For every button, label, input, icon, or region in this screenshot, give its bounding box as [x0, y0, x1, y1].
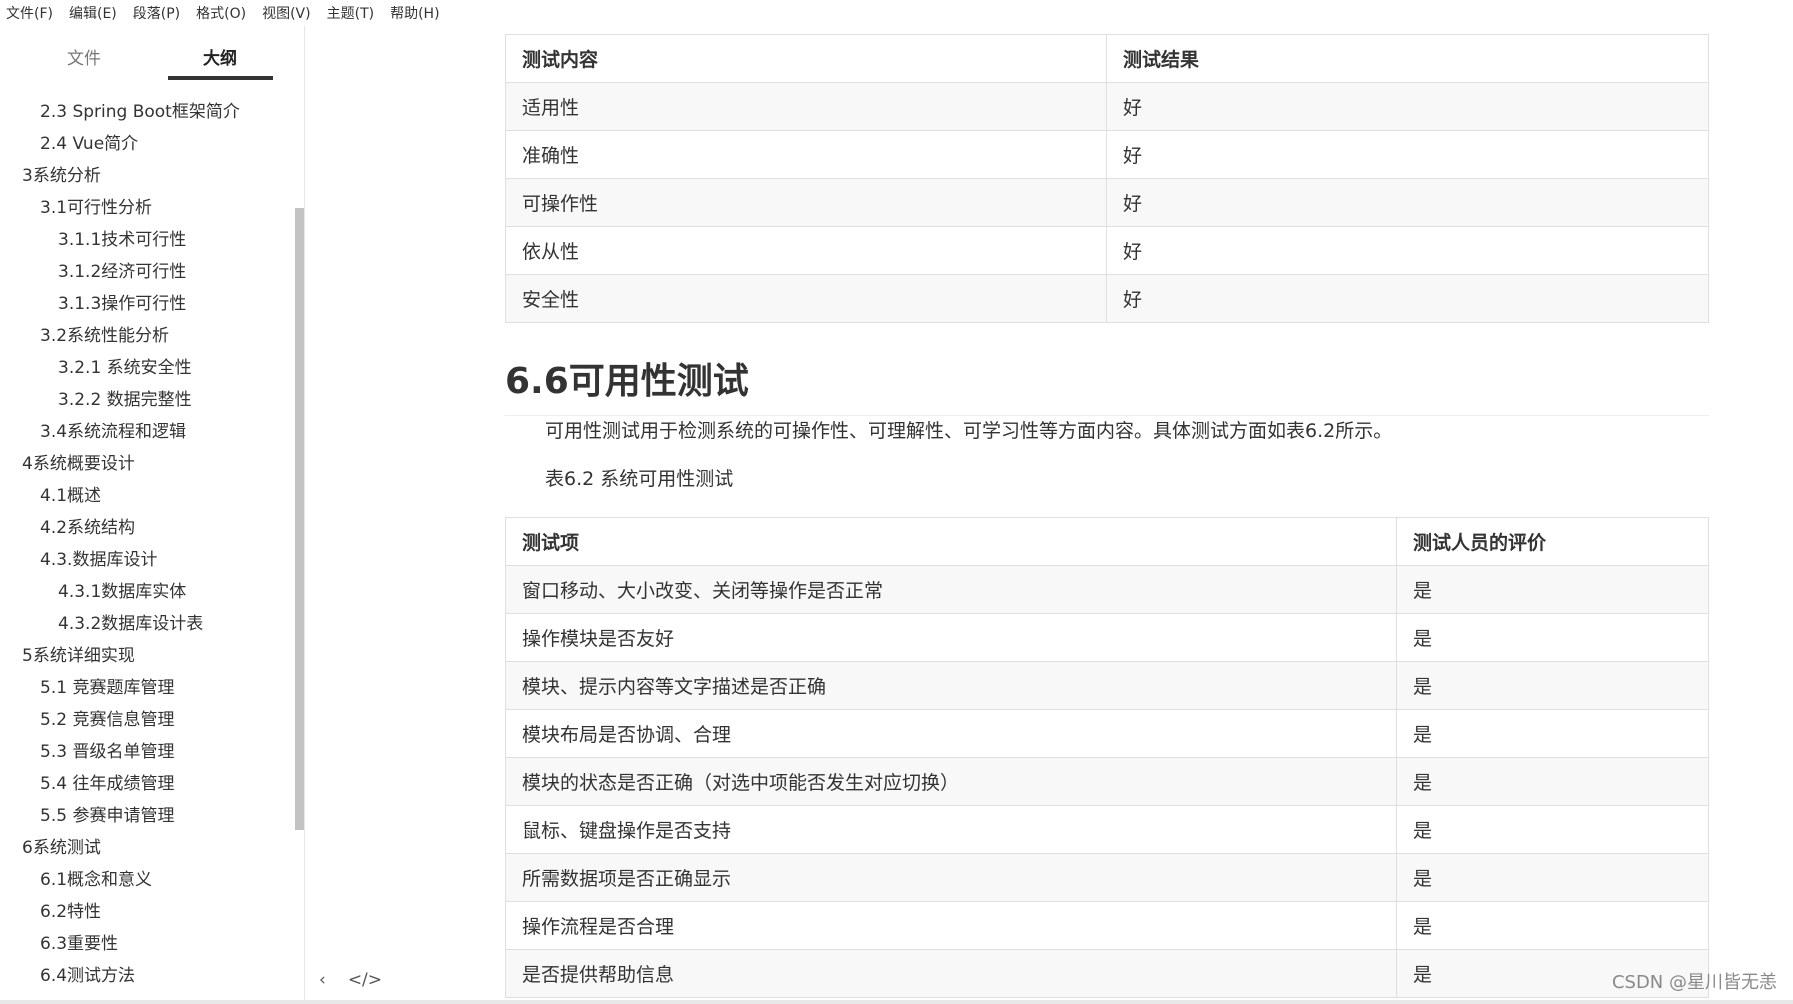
section-heading: 6.6可用性测试 — [505, 348, 1709, 416]
window-bottom-border — [0, 1000, 1793, 1004]
menu-item[interactable]: 文件(F) — [6, 3, 53, 23]
table-row: 所需数据项是否正确显示是 — [505, 853, 1709, 902]
outline-item[interactable]: 3.2.2 数据完整性 — [0, 384, 290, 416]
table-row: 是否提供帮助信息是 — [505, 949, 1709, 998]
table-header-row: 测试项 测试人员的评价 — [505, 517, 1709, 566]
outline-item[interactable]: 4.3.1数据库实体 — [0, 576, 290, 608]
tab-outline[interactable]: 大纲 — [203, 44, 237, 69]
table-row: 安全性好 — [505, 274, 1709, 323]
menu-item[interactable]: 段落(P) — [133, 3, 180, 23]
section-paragraph: 可用性测试用于检测系统的可操作性、可理解性、可学习性等方面内容。具体测试方面如表… — [545, 420, 1393, 442]
table-header-row: 测试内容 测试结果 — [505, 34, 1709, 83]
table-header-cell: 测试人员的评价 — [1396, 517, 1709, 566]
table-cell: 操作模块是否友好 — [505, 613, 1397, 662]
outline-item[interactable]: 6.1概念和意义 — [0, 864, 290, 896]
table-cell: 好 — [1106, 82, 1709, 131]
menu-item[interactable]: 编辑(E) — [69, 3, 117, 23]
menu-item[interactable]: 帮助(H) — [390, 3, 439, 23]
outline-item[interactable]: 6系统测试 — [0, 832, 290, 864]
outline-item[interactable]: 3.1.3操作可行性 — [0, 288, 290, 320]
table-cell: 是 — [1396, 709, 1709, 758]
watermark: CSDN @星川皆无恙 — [1611, 972, 1777, 993]
outline-item[interactable]: 4.1概述 — [0, 480, 290, 512]
table-row: 鼠标、键盘操作是否支持是 — [505, 805, 1709, 854]
table-cell: 是 — [1396, 757, 1709, 806]
table-cell: 模块、提示内容等文字描述是否正确 — [505, 661, 1397, 710]
table-cell: 安全性 — [505, 274, 1107, 323]
outline-item[interactable]: 2.3 Spring Boot框架简介 — [0, 96, 290, 128]
table-header-cell: 测试结果 — [1106, 34, 1709, 83]
menu-item[interactable]: 格式(O) — [196, 3, 246, 23]
outline-item[interactable]: 5系统详细实现 — [0, 640, 290, 672]
outline-item[interactable]: 2.4 Vue简介 — [0, 128, 290, 160]
sidebar-tabs: 文件 大纲 — [0, 26, 304, 82]
outline-item[interactable]: 3.1.2经济可行性 — [0, 256, 290, 288]
tab-files[interactable]: 文件 — [67, 44, 101, 69]
test-result-table: 测试内容 测试结果 适用性好准确性好可操作性好依从性好安全性好 — [505, 34, 1709, 323]
outline-item[interactable]: 4.3.数据库设计 — [0, 544, 290, 576]
outline-item[interactable]: 6.3重要性 — [0, 928, 290, 960]
table-cell: 鼠标、键盘操作是否支持 — [505, 805, 1397, 854]
outline-item[interactable]: 3.4系统流程和逻辑 — [0, 416, 290, 448]
active-tab-indicator — [168, 76, 273, 80]
menu-item[interactable]: 主题(T) — [327, 3, 374, 23]
table-header-cell: 测试内容 — [505, 34, 1107, 83]
table-row: 操作流程是否合理是 — [505, 901, 1709, 950]
outline-item[interactable]: 4系统概要设计 — [0, 448, 290, 480]
table-row: 模块的状态是否正确（对选中项能否发生对应切换）是 — [505, 757, 1709, 806]
table-row: 模块布局是否协调、合理是 — [505, 709, 1709, 758]
table-cell: 是否提供帮助信息 — [505, 949, 1397, 998]
outline-item[interactable]: 3.2系统性能分析 — [0, 320, 290, 352]
table-cell: 是 — [1396, 613, 1709, 662]
table-cell: 操作流程是否合理 — [505, 901, 1397, 950]
table-row: 依从性好 — [505, 226, 1709, 275]
table-cell: 好 — [1106, 226, 1709, 275]
table-cell: 模块布局是否协调、合理 — [505, 709, 1397, 758]
outline-item[interactable]: 3.1.1技术可行性 — [0, 224, 290, 256]
usability-test-table: 测试项 测试人员的评价 窗口移动、大小改变、关闭等操作是否正常是操作模块是否友好… — [505, 517, 1709, 998]
sidebar-scrollbar[interactable] — [295, 208, 304, 830]
table-row: 模块、提示内容等文字描述是否正确是 — [505, 661, 1709, 710]
outline-item[interactable]: 5.1 竞赛题库管理 — [0, 672, 290, 704]
document-content: 测试内容 测试结果 适用性好准确性好可操作性好依从性好安全性好 6.6可用性测试… — [306, 26, 1793, 1004]
table-caption: 表6.2 系统可用性测试 — [545, 468, 734, 490]
menu-item[interactable]: 视图(V) — [262, 3, 311, 23]
outline-item[interactable]: 5.3 晋级名单管理 — [0, 736, 290, 768]
outline-item[interactable]: 4.3.2数据库设计表 — [0, 608, 290, 640]
table-cell: 模块的状态是否正确（对选中项能否发生对应切换） — [505, 757, 1397, 806]
table-cell: 是 — [1396, 805, 1709, 854]
table-cell: 是 — [1396, 565, 1709, 614]
table-cell: 是 — [1396, 853, 1709, 902]
table-cell: 好 — [1106, 130, 1709, 179]
outline-item[interactable]: 4.2系统结构 — [0, 512, 290, 544]
outline-item[interactable]: 3.2.1 系统安全性 — [0, 352, 290, 384]
outline-list: 2.3 Spring Boot框架简介 2.4 Vue简介 3系统分析 3.1可行性分… — [0, 96, 290, 992]
table-header-cell: 测试项 — [505, 517, 1397, 566]
table-cell: 好 — [1106, 178, 1709, 227]
outline-item[interactable]: 3.1可行性分析 — [0, 192, 290, 224]
table-cell: 可操作性 — [505, 178, 1107, 227]
menu-bar: 文件(F) 编辑(E) 段落(P) 格式(O) 视图(V) 主题(T) 帮助(H) — [0, 0, 1793, 26]
table-row: 可操作性好 — [505, 178, 1709, 227]
table-cell: 是 — [1396, 901, 1709, 950]
table-cell: 是 — [1396, 661, 1709, 710]
outline-item[interactable]: 5.4 往年成绩管理 — [0, 768, 290, 800]
sidebar: 文件 大纲 2.3 Spring Boot框架简介 2.4 Vue简介 3系统分析 3… — [0, 26, 305, 1004]
table-row: 操作模块是否友好是 — [505, 613, 1709, 662]
table-cell: 准确性 — [505, 130, 1107, 179]
table-cell: 好 — [1106, 274, 1709, 323]
outline-item[interactable]: 6.2特性 — [0, 896, 290, 928]
outline-item[interactable]: 6.4测试方法 — [0, 960, 290, 992]
table-row: 适用性好 — [505, 82, 1709, 131]
table-cell: 窗口移动、大小改变、关闭等操作是否正常 — [505, 565, 1397, 614]
table-row: 窗口移动、大小改变、关闭等操作是否正常是 — [505, 565, 1709, 614]
table-row: 准确性好 — [505, 130, 1709, 179]
table-cell: 依从性 — [505, 226, 1107, 275]
outline-item[interactable]: 3系统分析 — [0, 160, 290, 192]
table-cell: 适用性 — [505, 82, 1107, 131]
table-cell: 所需数据项是否正确显示 — [505, 853, 1397, 902]
outline-item[interactable]: 5.5 参赛申请管理 — [0, 800, 290, 832]
outline-item[interactable]: 5.2 竞赛信息管理 — [0, 704, 290, 736]
